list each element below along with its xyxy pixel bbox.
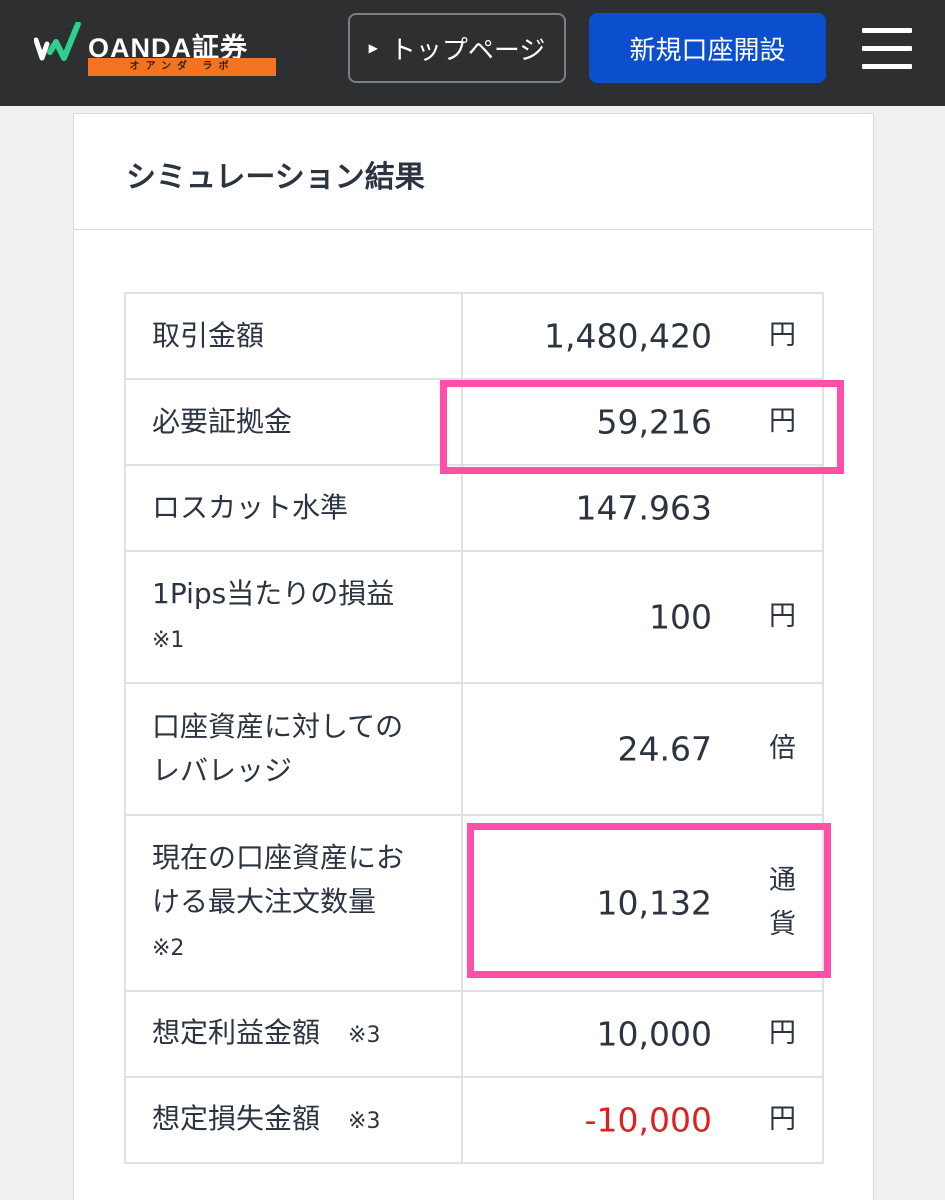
row-value: 1,480,420	[544, 316, 712, 356]
row-label: 必要証拠金	[124, 378, 463, 466]
row-value: 147.963	[575, 488, 712, 528]
play-triangle-icon: ▶	[368, 41, 378, 55]
top-header: OANDA証券 オアンダ ラボ ▶ トップページ 新規口座開設	[0, 0, 945, 106]
row-label: 取引金額	[124, 292, 463, 380]
row-value: 100	[649, 597, 712, 637]
footnote-mark: ※3	[348, 1108, 381, 1134]
row-value: 10,132	[596, 883, 712, 923]
card-title: シミュレーション結果	[126, 160, 425, 195]
row-label: 想定利益金額 ※3	[124, 990, 463, 1078]
footnote-mark: ※2	[152, 935, 185, 961]
open-account-button[interactable]: 新規口座開設	[589, 13, 826, 83]
row-value: -10,000	[584, 1100, 712, 1140]
row-value-cell: -10,000 円	[461, 1076, 824, 1164]
open-account-button-label: 新規口座開設	[629, 35, 786, 66]
row-value: 59,216	[596, 402, 712, 442]
footnote-mark: ※1	[152, 627, 185, 653]
oanda-logo-mark-icon	[34, 22, 81, 61]
footnote-mark: ※3	[348, 1022, 381, 1048]
table-row: 想定利益金額 ※3 10,000 円	[124, 990, 824, 1078]
result-table: 取引金額 1,480,420 円 必要証拠金 59,216 円 ロスカット水準 …	[124, 292, 824, 1164]
table-row: 取引金額 1,480,420 円	[124, 292, 824, 380]
row-unit: 通貨	[769, 865, 796, 940]
row-value-cell: 24.67 倍	[461, 682, 824, 816]
row-unit: 円	[769, 320, 796, 351]
table-row: ロスカット水準 147.963	[124, 464, 824, 552]
logo-subtitle: オアンダ ラボ	[88, 58, 276, 76]
table-row: 現在の口座資産にお ける最大注文数量 ※2 10,132 通貨	[124, 814, 824, 992]
row-value-cell: 10,132 通貨	[461, 814, 824, 992]
row-value-cell: 147.963	[461, 464, 824, 552]
row-value-cell: 10,000 円	[461, 990, 824, 1078]
table-row: 口座資産に対しての レバレッジ 24.67 倍	[124, 682, 824, 816]
row-unit: 倍	[769, 733, 796, 764]
simulation-result-card: シミュレーション結果 取引金額 1,480,420 円 必要証拠金 59,216…	[73, 113, 874, 1200]
row-unit: 円	[769, 1018, 796, 1049]
row-label: 現在の口座資産にお ける最大注文数量 ※2	[124, 814, 463, 992]
row-label: ロスカット水準	[124, 464, 463, 552]
row-unit: 円	[769, 1104, 796, 1135]
row-value: 10,000	[596, 1014, 712, 1054]
row-label: 想定損失金額 ※3	[124, 1076, 463, 1164]
table-row: 1Pips当たりの損益 ※1 100 円	[124, 550, 824, 684]
top-page-button[interactable]: ▶ トップページ	[348, 13, 566, 83]
row-unit: 円	[769, 406, 796, 437]
card-header: シミュレーション結果	[74, 114, 873, 230]
row-label: 1Pips当たりの損益 ※1	[124, 550, 463, 684]
table-row: 必要証拠金 59,216 円	[124, 378, 824, 466]
hamburger-menu-icon[interactable]	[862, 26, 912, 72]
row-unit: 円	[769, 601, 796, 632]
row-label: 口座資産に対しての レバレッジ	[124, 682, 463, 816]
oanda-logo[interactable]: OANDA証券 オアンダ ラボ	[34, 18, 284, 80]
row-value-cell: 59,216 円	[461, 378, 824, 466]
row-value-cell: 100 円	[461, 550, 824, 684]
table-row: 想定損失金額 ※3 -10,000 円	[124, 1076, 824, 1164]
row-value: 24.67	[617, 729, 712, 769]
row-value-cell: 1,480,420 円	[461, 292, 824, 380]
top-page-button-label: トップページ	[389, 35, 546, 66]
